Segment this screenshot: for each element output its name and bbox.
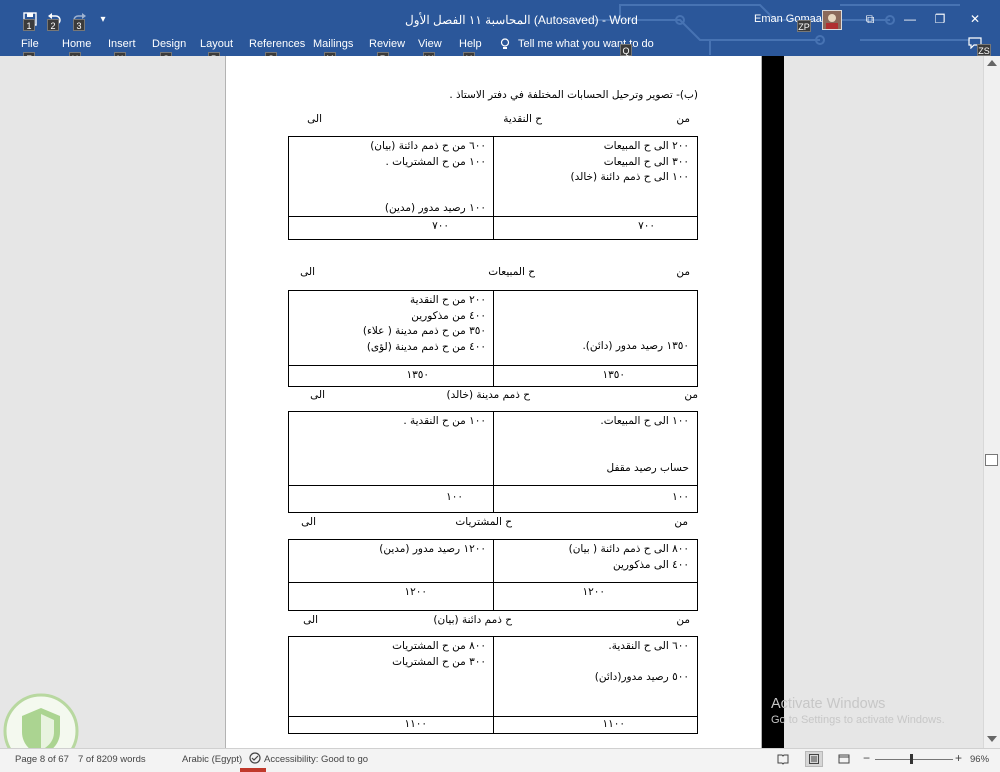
- credit-total: ١٢٠٠: [404, 586, 427, 598]
- credit-cell[interactable]: ٨٠٠ من ح المشتريات ٣٠٠ من ح المشتريات: [289, 637, 494, 672]
- ledger-from-label: من: [684, 389, 698, 401]
- zoom-in-button[interactable]: +: [955, 751, 962, 765]
- redo-keytip: 3: [73, 19, 85, 31]
- ledger-account-name: ح ذمم دائنة (بيان): [433, 614, 512, 626]
- right-margin-area: [784, 56, 983, 748]
- print-layout-icon: [809, 754, 819, 764]
- lightbulb-icon: [500, 38, 510, 49]
- word-count[interactable]: 7 of 8209 words: [78, 754, 146, 765]
- debit-total: ١٣٥٠: [602, 369, 625, 381]
- tell-me-keytip: Q: [620, 44, 632, 56]
- debit-cell[interactable]: ١٠٠ الى ح المبيعات. حساب رصيد مقفل: [492, 412, 697, 478]
- save-keytip: 1: [23, 19, 35, 31]
- debit-cell[interactable]: ١٣٥٠ رصيد مدور (دائن).: [492, 291, 697, 357]
- credit-total: ١٣٥٠: [406, 369, 429, 381]
- left-margin-area: [0, 56, 225, 748]
- tab-design[interactable]: Design: [152, 38, 186, 50]
- document-title: المحاسبة ١١ الفصل الأول (Autosaved) - Wo…: [405, 13, 638, 27]
- ledger-from-label: من: [674, 516, 688, 528]
- account-keytip: ZP: [797, 20, 811, 32]
- read-mode-button[interactable]: [777, 753, 789, 768]
- intro-paragraph[interactable]: (ب)- تصوير وترحيل الحسابات المختلفة في د…: [449, 89, 698, 101]
- ledger-from-label: من: [676, 113, 690, 125]
- close-button[interactable]: ✕: [960, 8, 990, 30]
- tab-insert[interactable]: Insert: [108, 38, 136, 50]
- tab-references[interactable]: References: [249, 38, 305, 50]
- debit-total: ٧٠٠: [638, 220, 655, 232]
- minimize-button[interactable]: —: [895, 8, 925, 30]
- maximize-button[interactable]: ❐: [925, 8, 955, 30]
- ledger-to-label: الى: [307, 113, 322, 125]
- debit-cell[interactable]: ٨٠٠ الى ح ذمم دائنة ( بيان) ٤٠٠ الى مذكو…: [492, 540, 697, 575]
- language-indicator[interactable]: Arabic (Egypt): [182, 754, 242, 765]
- tab-review[interactable]: Review: [369, 38, 405, 50]
- debit-total: ١٠٠: [672, 491, 689, 503]
- tab-mailings[interactable]: Mailings: [313, 38, 353, 50]
- debit-cell[interactable]: ٦٠٠ الى ح النقدية. ٥٠٠ رصيد مدور(دائن): [492, 637, 697, 687]
- page-count[interactable]: Page 8 of 67: [15, 754, 69, 765]
- comments-keytip: ZS: [977, 44, 991, 56]
- zoom-level[interactable]: 96%: [970, 754, 989, 765]
- tab-layout[interactable]: Layout: [200, 38, 233, 50]
- book-icon: [777, 754, 789, 765]
- avatar[interactable]: [822, 10, 842, 30]
- ledger-table-purchases[interactable]: ٨٠٠ الى ح ذمم دائنة ( بيان) ٤٠٠ الى مذكو…: [288, 539, 698, 611]
- credit-total: ١٠٠: [446, 491, 463, 503]
- ledger-to-label: الى: [300, 266, 315, 278]
- activate-windows-subtitle: Go to Settings to activate Windows.: [771, 714, 945, 726]
- status-bar: Page 8 of 67 7 of 8209 words Arabic (Egy…: [0, 748, 1000, 772]
- tab-view[interactable]: View: [418, 38, 442, 50]
- scroll-thumb[interactable]: [985, 454, 998, 466]
- accessibility-status[interactable]: Accessibility: Good to go: [264, 754, 368, 765]
- vertical-scrollbar[interactable]: [983, 56, 1000, 748]
- avatar-image: [826, 14, 838, 29]
- ledger-table-receivable-khaled[interactable]: ١٠٠ الى ح المبيعات. حساب رصيد مقفل ١٠٠ م…: [288, 411, 698, 513]
- web-layout-icon: [838, 754, 850, 764]
- debit-total: ١٢٠٠: [582, 586, 605, 598]
- tab-help[interactable]: Help: [459, 38, 482, 50]
- activate-windows-title: Activate Windows: [771, 696, 886, 712]
- credit-cell[interactable]: ١٢٠٠ رصيد مدور (مدين): [289, 540, 494, 560]
- ledger-table-payable-bayan[interactable]: ٦٠٠ الى ح النقدية. ٥٠٠ رصيد مدور(دائن) ٨…: [288, 636, 698, 734]
- credit-cell[interactable]: ٢٠٠ من ح النقدية ٤٠٠ من مذكورين ٣٥٠ من ح…: [289, 291, 494, 357]
- undo-keytip: 2: [47, 19, 59, 31]
- ledger-from-label: من: [676, 266, 690, 278]
- ledger-to-label: الى: [310, 389, 325, 401]
- scroll-up-icon[interactable]: [987, 60, 997, 66]
- zoom-slider-thumb[interactable]: [910, 754, 913, 764]
- activate-windows-watermark: Activate Windows Go to Settings to activ…: [771, 696, 945, 726]
- web-layout-button[interactable]: [838, 753, 850, 768]
- ledger-table-cash[interactable]: ٢٠٠ الى ح المبيعات ٣٠٠ الى ح المبيعات ١٠…: [288, 136, 698, 240]
- taskbar-indicator: [240, 768, 266, 772]
- ledger-account-name: ح المشتريات: [455, 516, 512, 528]
- zoom-out-button[interactable]: −: [863, 751, 870, 765]
- ledger-account-name: ح المبيعات: [488, 266, 535, 278]
- credit-cell[interactable]: ٦٠٠ من ح ذمم دائنة (بيان) ١٠٠ من ح المشت…: [289, 137, 494, 219]
- zoom-slider-track[interactable]: [875, 759, 953, 760]
- tell-me-label: Tell me what you want to do: [518, 38, 654, 50]
- credit-total: ١١٠٠: [404, 718, 427, 730]
- scroll-down-icon[interactable]: [987, 736, 997, 742]
- ledger-table-sales[interactable]: ١٣٥٠ رصيد مدور (دائن). ٢٠٠ من ح النقدية …: [288, 290, 698, 387]
- ledger-to-label: الى: [301, 516, 316, 528]
- ledger-account-name: ح ذمم مدينة (خالد): [446, 389, 530, 401]
- customize-qat-button[interactable]: ▾: [96, 8, 110, 30]
- credit-total: ٧٠٠: [432, 220, 449, 232]
- print-layout-button[interactable]: [805, 751, 823, 767]
- ledger-from-label: من: [676, 614, 690, 626]
- accessibility-icon: [249, 752, 261, 767]
- ledger-to-label: الى: [303, 614, 318, 626]
- title-bar: 1 2 3 ▾ المحاسبة ١١ الفصل الأول (Autosav…: [0, 0, 1000, 56]
- tab-home[interactable]: Home: [62, 38, 91, 50]
- ribbon-display-options-button[interactable]: ⧉: [855, 8, 885, 30]
- credit-cell[interactable]: ١٠٠ من ح النقدية .: [289, 412, 494, 432]
- debit-total: ١١٠٠: [602, 718, 625, 730]
- ledger-account-name: ح النقدية: [503, 113, 542, 125]
- debit-cell[interactable]: ٢٠٠ الى ح المبيعات ٣٠٠ الى ح المبيعات ١٠…: [492, 137, 697, 188]
- tab-file[interactable]: File: [21, 38, 39, 50]
